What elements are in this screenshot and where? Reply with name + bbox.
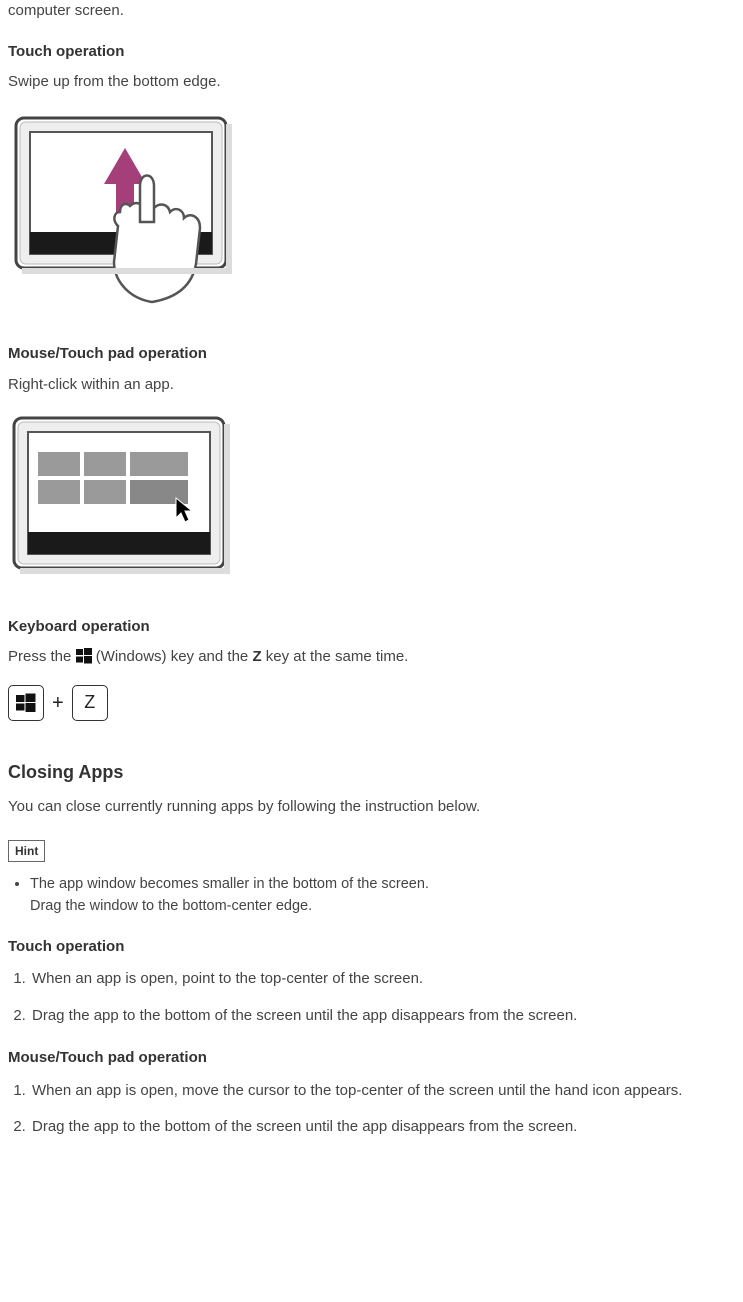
windows-key-icon (8, 685, 44, 721)
touch-operation-heading-2: Touch operation (8, 936, 735, 959)
windows-logo-icon (76, 648, 92, 665)
list-item: When an app is open, point to the top-ce… (30, 968, 735, 991)
closing-apps-heading: Closing Apps (8, 759, 735, 786)
mouse-steps: When an app is open, move the cursor to … (30, 1080, 735, 1139)
hint-line2: Drag the window to the bottom-center edg… (30, 898, 312, 914)
hint-line1: The app window becomes smaller in the bo… (30, 876, 429, 892)
list-item: When an app is open, move the cursor to … (30, 1080, 735, 1103)
touch-swipe-illustration (8, 110, 735, 318)
z-key-icon: Z (72, 685, 108, 721)
mouse-operation-heading: Mouse/Touch pad operation (8, 343, 735, 366)
plus-icon: + (52, 688, 64, 718)
mouse-rightclick-illustration (8, 412, 735, 590)
kb-mid: (Windows) key and the (92, 648, 253, 665)
touch-operation-heading: Touch operation (8, 41, 735, 64)
kb-post: key at the same time. (262, 648, 409, 665)
kb-pre: Press the (8, 648, 76, 665)
keyboard-operation-text: Press the (Windows) key and the Z key at… (8, 646, 735, 669)
mouse-operation-heading-2: Mouse/Touch pad operation (8, 1047, 735, 1070)
hint-item: The app window becomes smaller in the bo… (30, 874, 735, 918)
kb-key-letter: Z (252, 648, 261, 665)
list-item: Drag the app to the bottom of the screen… (30, 1005, 735, 1028)
touch-steps: When an app is open, point to the top-ce… (30, 968, 735, 1027)
keyboard-combo-illustration: + Z (8, 685, 735, 721)
truncated-line: computer screen. (8, 0, 735, 23)
hint-list: The app window becomes smaller in the bo… (30, 874, 735, 918)
touch-operation-text: Swipe up from the bottom edge. (8, 71, 735, 94)
list-item: Drag the app to the bottom of the screen… (30, 1116, 735, 1139)
hint-label: Hint (8, 840, 45, 862)
keyboard-operation-heading: Keyboard operation (8, 616, 735, 639)
mouse-operation-text: Right-click within an app. (8, 374, 735, 397)
closing-apps-intro: You can close currently running apps by … (8, 796, 735, 819)
